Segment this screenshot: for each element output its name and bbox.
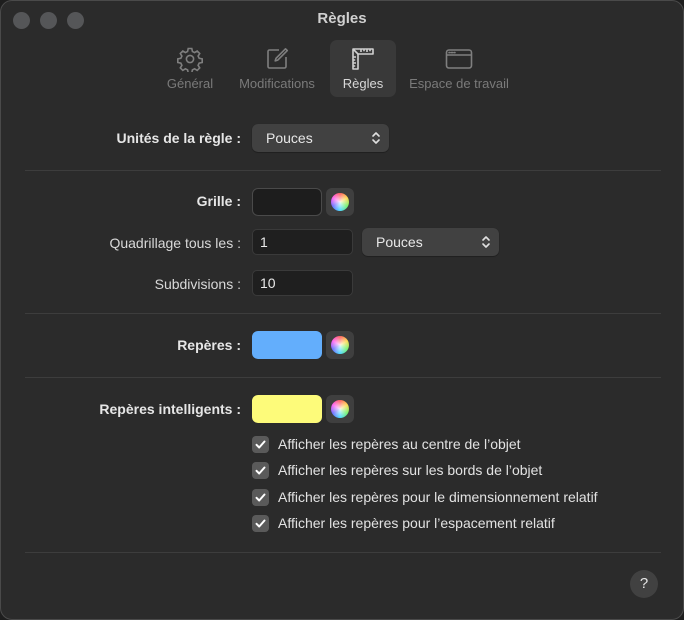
grid-spacing-units-popup[interactable]: Pouces	[362, 228, 499, 256]
separator	[25, 170, 661, 171]
subdivisions-value: 10	[260, 275, 276, 291]
subdivisions-field[interactable]: 10	[252, 270, 353, 296]
tab-general-label: Général	[166, 76, 214, 91]
checkbox-label: Afficher les repères pour le dimensionne…	[278, 489, 598, 505]
separator	[25, 377, 661, 378]
checkbox[interactable]	[252, 515, 269, 532]
preferences-window: Règles Général Modifications Règles Espa…	[0, 0, 684, 620]
grid-color-well[interactable]	[252, 188, 322, 216]
ruler-units-label: Unités de la règle :	[116, 130, 241, 146]
color-wheel-icon	[331, 336, 349, 354]
color-wheel-icon	[331, 193, 349, 211]
checkmark-icon	[255, 440, 266, 449]
subdivisions-label: Subdivisions :	[154, 276, 241, 292]
tab-rules-label: Règles	[342, 76, 384, 91]
tab-general[interactable]: Général	[159, 40, 221, 97]
color-wheel-icon	[331, 400, 349, 418]
tab-modifications[interactable]: Modifications	[229, 40, 325, 97]
tab-modifications-label: Modifications	[239, 76, 315, 91]
guides-color-well[interactable]	[252, 331, 322, 359]
tab-workspace[interactable]: Espace de travail	[403, 40, 515, 97]
help-button[interactable]: ?	[630, 570, 658, 598]
edit-icon	[267, 48, 289, 69]
checkbox[interactable]	[252, 436, 269, 453]
smart-guides-label: Repères intelligents :	[99, 401, 241, 417]
grid-spacing-value: 1	[260, 234, 268, 250]
window-icon	[445, 49, 473, 69]
checkmark-icon	[255, 493, 266, 502]
checkbox-label: Afficher les repères au centre de l’obje…	[278, 436, 521, 452]
ruler-units-value: Pouces	[266, 130, 313, 146]
checkmark-icon	[255, 466, 266, 475]
window-title: Règles	[317, 10, 367, 27]
guides-label: Repères :	[177, 337, 241, 353]
grid-spacing-label: Quadrillage tous les :	[109, 235, 241, 251]
checkbox-label: Afficher les repères pour l’espacement r…	[278, 515, 555, 531]
smart-guides-color-picker-button[interactable]	[326, 395, 354, 423]
grid-label: Grille :	[196, 193, 241, 209]
checkbox[interactable]	[252, 462, 269, 479]
grid-color-picker-button[interactable]	[326, 188, 354, 216]
checkbox-label: Afficher les repères sur les bords de l’…	[278, 462, 543, 478]
tab-rules[interactable]: Règles	[330, 40, 396, 97]
separator	[25, 552, 661, 553]
tab-workspace-label: Espace de travail	[409, 76, 509, 91]
checkmark-icon	[255, 519, 266, 528]
chevron-updown-icon	[372, 132, 380, 144]
checkbox[interactable]	[252, 489, 269, 506]
ruler-icon	[352, 48, 374, 70]
smart-guides-color-well[interactable]	[252, 395, 322, 423]
separator	[25, 313, 661, 314]
guides-color-picker-button[interactable]	[326, 331, 354, 359]
grid-spacing-field[interactable]: 1	[252, 229, 353, 255]
gear-icon	[177, 47, 203, 72]
grid-spacing-units-value: Pouces	[376, 234, 423, 250]
chevron-updown-icon	[482, 236, 490, 248]
ruler-units-popup[interactable]: Pouces	[252, 124, 389, 152]
